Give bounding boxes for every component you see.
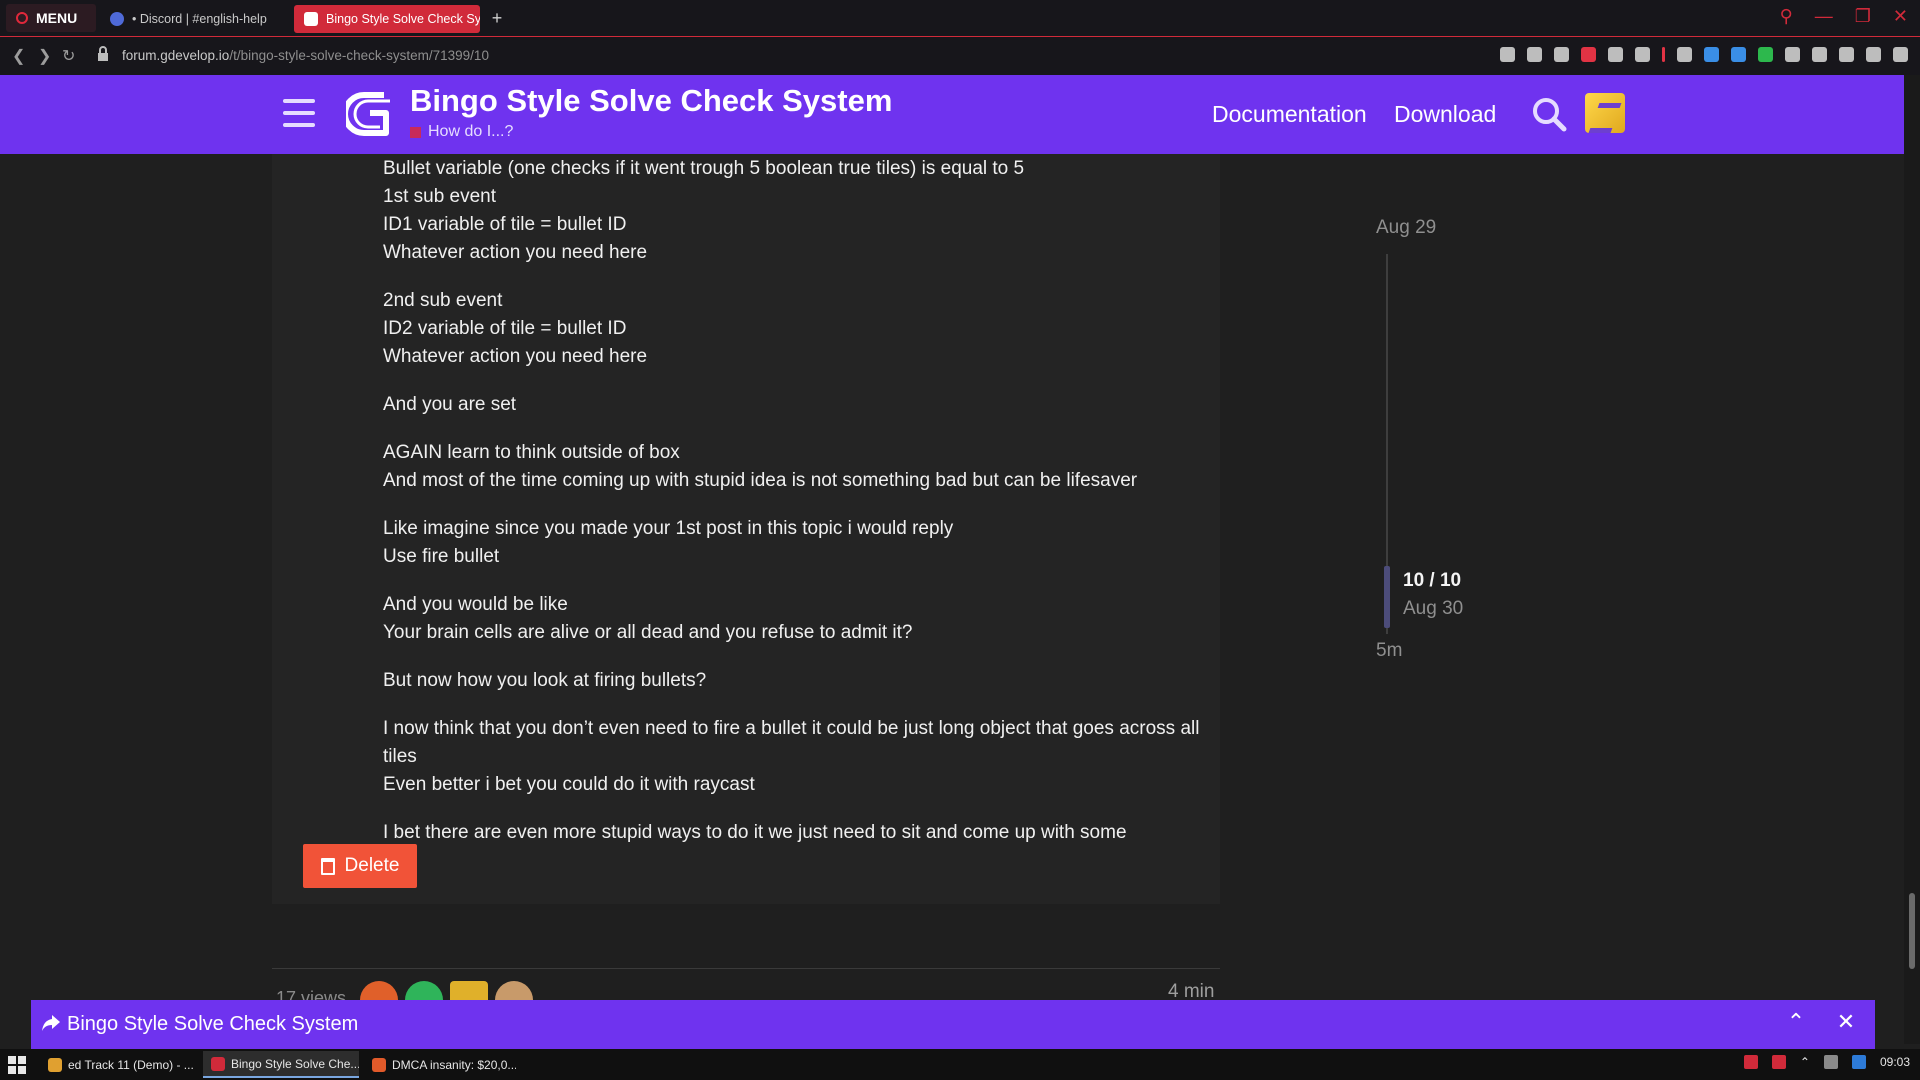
forum-header: Bingo Style Solve Check System How do I.… — [0, 75, 1904, 154]
taskbar-item[interactable]: Bingo Style Solve Che... — [203, 1051, 359, 1078]
volume-icon[interactable] — [1851, 1055, 1866, 1069]
post-paragraph: AGAIN learn to think outside of box And … — [383, 442, 1138, 491]
rss-icon[interactable] — [1785, 47, 1800, 62]
page-scrollbar[interactable] — [1904, 75, 1920, 1044]
chevron-up-icon[interactable]: ⌃ — [1800, 1055, 1810, 1069]
tab-discord[interactable]: • Discord | #english-help — [100, 5, 290, 33]
nav-download-link[interactable]: Download — [1394, 101, 1496, 128]
timeline-position: 10 / 10 — [1403, 570, 1462, 591]
browser-tab-bar: MENU • Discord | #english-help Bingo Sty… — [0, 0, 1920, 37]
snapshot-icon[interactable] — [1554, 47, 1569, 62]
speaker-icon[interactable] — [1677, 47, 1692, 62]
tab-label: • Discord | #english-help — [132, 12, 267, 26]
forward-icon[interactable]: ❯ — [38, 46, 51, 66]
tray-opera-icon[interactable] — [1771, 1055, 1786, 1069]
extension-icons — [1500, 47, 1908, 62]
chevron-up-icon[interactable]: ⌃ — [1783, 1009, 1809, 1035]
post-paragraph: 2nd sub event ID2 variable of tile = bul… — [383, 290, 648, 367]
clock[interactable]: 09:03 — [1880, 1055, 1910, 1069]
post-paragraph: I bet there are even more stupid ways to… — [383, 822, 1127, 843]
timeline-current-date: Aug 30 — [1403, 598, 1464, 619]
url-host: forum.gdevelop.io — [122, 48, 230, 63]
tab-label: Bingo Style Solve Check System — [326, 12, 480, 26]
hamburger-icon[interactable] — [283, 99, 315, 127]
reader-icon[interactable] — [1500, 47, 1515, 62]
post-paragraph: Like imagine since you made your 1st pos… — [383, 518, 954, 567]
tab-forum[interactable]: Bingo Style Solve Check System — [294, 5, 480, 33]
discord-icon — [110, 12, 124, 26]
windows-taskbar: ed Track 11 (Demo) - ... Bingo Style Sol… — [0, 1049, 1920, 1080]
translate-icon[interactable] — [1608, 47, 1623, 62]
reply-composer-bar[interactable]: Bingo Style Solve Check System ⌃ ✕ — [31, 1000, 1875, 1049]
opera-icon — [211, 1056, 225, 1071]
system-tray: ⌃ 09:03 — [1743, 1055, 1910, 1069]
restore-icon[interactable]: ❐ — [1855, 6, 1871, 27]
whatsapp-icon[interactable] — [1758, 47, 1773, 62]
post-paragraph: Bullet variable (one checks if it went t… — [383, 158, 1025, 263]
divider — [272, 968, 1220, 969]
download-arrow-icon[interactable] — [1704, 47, 1719, 62]
post-paragraph: I now think that you don’t even need to … — [383, 718, 1200, 795]
trash-icon — [320, 857, 335, 875]
nav-documentation-link[interactable]: Documentation — [1212, 101, 1367, 128]
reply-icon — [42, 1015, 60, 1031]
taskbar-item[interactable]: DMCA insanity: $20,0... — [364, 1051, 516, 1078]
puzzle-icon[interactable] — [1812, 47, 1827, 62]
scrollbar-thumb[interactable] — [1909, 893, 1915, 969]
delete-label: Delete — [344, 855, 400, 876]
menu-label: MENU — [36, 10, 78, 26]
gdevelop-logo[interactable] — [346, 91, 400, 137]
minimize-icon[interactable]: — — [1815, 6, 1833, 27]
opera-logo-icon — [16, 12, 28, 24]
tray-app-icon[interactable] — [1743, 1055, 1758, 1069]
windows-start-icon[interactable] — [8, 1056, 26, 1074]
category-color-icon — [410, 126, 421, 138]
downloads-icon[interactable] — [1866, 47, 1881, 62]
reply-title: Bingo Style Solve Check System — [67, 1013, 359, 1035]
address-bar: ❮ ❯ ↻ forum.gdevelop.io/t/bingo-style-so… — [0, 37, 1920, 75]
taskbar-item[interactable]: ed Track 11 (Demo) - ... — [40, 1051, 198, 1078]
lock-icon — [98, 46, 108, 61]
network-icon[interactable] — [1823, 1055, 1838, 1069]
easy-setup-icon[interactable] — [1893, 47, 1908, 62]
gdevelop-favicon-icon — [304, 12, 318, 26]
close-window-icon[interactable]: ✕ — [1893, 6, 1908, 27]
category-label: How do I...? — [428, 123, 514, 140]
post-paragraph: And you are set — [383, 394, 517, 415]
brave-icon — [372, 1057, 386, 1072]
user-avatar[interactable] — [1585, 93, 1625, 133]
profile-icon[interactable] — [1839, 47, 1854, 62]
timeline-start-date[interactable]: Aug 29 — [1376, 217, 1436, 239]
post-body: Bullet variable (one checks if it went t… — [383, 155, 1203, 867]
back-icon[interactable]: ❮ — [12, 46, 25, 66]
window-controls: ⚲ — ❐ ✕ — [1780, 6, 1908, 27]
delete-button[interactable]: Delete — [303, 844, 417, 888]
app-icon — [48, 1057, 62, 1072]
search-icon[interactable] — [1530, 95, 1568, 133]
new-tab-button[interactable]: + — [486, 8, 508, 30]
post-paragraph: But now how you look at firing bullets? — [383, 670, 707, 691]
heart-icon[interactable] — [1635, 47, 1650, 62]
url-path: /t/bingo-style-solve-check-system/71399/… — [229, 48, 489, 63]
topic-title[interactable]: Bingo Style Solve Check System — [410, 83, 892, 119]
search-tabs-icon[interactable]: ⚲ — [1780, 6, 1793, 27]
browser-menu-button[interactable]: MENU — [6, 4, 96, 32]
extension-icon[interactable] — [1731, 47, 1746, 62]
pocket-icon[interactable] — [1581, 47, 1596, 62]
url-field[interactable]: forum.gdevelop.io/t/bingo-style-solve-ch… — [122, 48, 489, 63]
close-icon[interactable]: ✕ — [1833, 1009, 1859, 1035]
timeline-handle[interactable] — [1384, 566, 1390, 628]
reload-icon[interactable]: ↻ — [62, 46, 75, 66]
post-paragraph: And you would be like Your brain cells a… — [383, 594, 913, 643]
divider-icon — [1662, 47, 1665, 62]
zoom-icon[interactable] — [1527, 47, 1542, 62]
timeline-end-label[interactable]: 5m — [1376, 640, 1402, 662]
category-badge[interactable]: How do I...? — [410, 123, 513, 141]
